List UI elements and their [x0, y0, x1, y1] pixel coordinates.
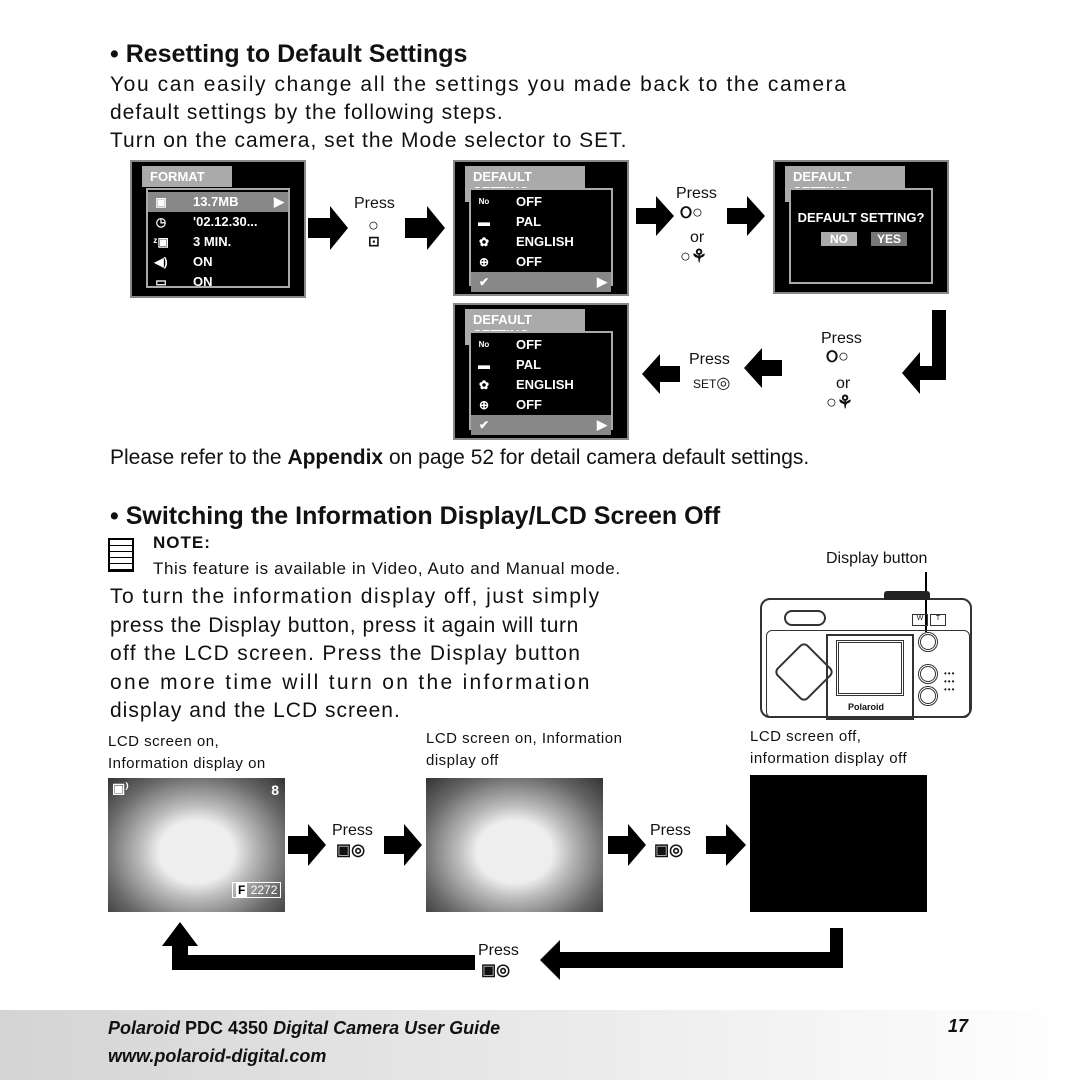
- arrow-right-icon: [405, 206, 445, 250]
- caption-1: LCD screen on, Information display on: [108, 733, 266, 772]
- arrow-right-icon: [608, 824, 646, 866]
- arrow-right-icon: [288, 824, 326, 866]
- photo-info-off: [426, 778, 603, 912]
- arrow-left-icon: [540, 928, 843, 980]
- display-button-label: Display button: [826, 550, 928, 567]
- photo-info-on: ▣⁾ 8 F 2272: [108, 778, 285, 912]
- or-label: or: [836, 375, 851, 392]
- press-label: Press: [332, 822, 373, 839]
- press-label: Press: [689, 351, 730, 368]
- body-line: press the Display button, press it again…: [110, 614, 579, 637]
- display-button-icon: ▣◎: [654, 842, 684, 859]
- default-setting-screen: DEFAULT SETTING NoOFF ▬PAL ✿ENGLISH ⊕OFF…: [453, 160, 629, 296]
- arrow-right-icon: [636, 196, 674, 236]
- no-option[interactable]: NO: [821, 232, 857, 246]
- page-number: 17: [948, 1016, 969, 1036]
- press-label: Press: [478, 942, 519, 959]
- display-button-icon: ▣◎: [481, 962, 511, 979]
- menu-button-icon: ○ ⊡: [368, 215, 380, 249]
- selftimer-button-icon: ଠ○: [826, 346, 849, 366]
- confirm-question: DEFAULT SETTING?: [797, 210, 925, 225]
- press-label: Press: [354, 195, 395, 212]
- set-button-icon: SET◎: [693, 375, 731, 392]
- note-text: This feature is available in Video, Auto…: [153, 559, 621, 578]
- footer: Polaroid PDC 4350 Digital Camera User Gu…: [0, 1010, 1080, 1080]
- macro-button-icon: ○⚘: [680, 246, 708, 266]
- default-setting-screen-after: DEFAULT SETTING NoOFF ▬PAL ✿ENGLISH ⊕OFF…: [453, 303, 629, 440]
- press-label: Press: [676, 185, 717, 202]
- yes-option[interactable]: YES: [871, 232, 907, 246]
- or-label: or: [690, 229, 705, 246]
- selftimer-button-icon: ଠ○: [680, 202, 703, 222]
- body-line: one more time will turn on the informati…: [110, 671, 592, 694]
- caption-2: LCD screen on, Information display off: [426, 730, 623, 769]
- press-label: Press: [650, 822, 691, 839]
- body-line: To turn the information display off, jus…: [110, 585, 601, 608]
- arrow-right-icon: [308, 206, 348, 250]
- lcd-off-screen: [750, 775, 927, 912]
- note-icon: [108, 538, 134, 572]
- note-label: NOTE:: [153, 533, 211, 552]
- arrow-up-icon: [162, 922, 475, 970]
- footer-url[interactable]: www.polaroid-digital.com: [108, 1046, 326, 1067]
- arrow-right-icon: [706, 824, 746, 866]
- arrow-right-icon: [727, 196, 765, 236]
- arrow-left-icon: [744, 348, 782, 388]
- caption-3: LCD screen off, information display off: [750, 728, 908, 767]
- arrow-left-icon: [642, 354, 680, 394]
- display-button-icon: ▣◎: [336, 842, 366, 859]
- macro-button-icon: ○⚘: [826, 392, 854, 412]
- heading-display: • Switching the Information Display/LCD …: [110, 502, 721, 530]
- footer-title: Polaroid PDC 4350 Digital Camera User Gu…: [108, 1018, 501, 1038]
- camera-back-illustration: W T Polaroid ••• ••• •••: [760, 591, 972, 720]
- body-line: off the LCD screen. Press the Display bu…: [110, 642, 582, 665]
- appendix-note: Please refer to the Appendix on page 52 …: [110, 446, 810, 469]
- confirm-screen: DEFAULT SETTING DEFAULT SETTING? NO YES: [773, 160, 949, 294]
- body-line: display and the LCD screen.: [110, 699, 401, 722]
- arrow-turn-icon: [902, 310, 946, 394]
- arrow-right-icon: [384, 824, 422, 866]
